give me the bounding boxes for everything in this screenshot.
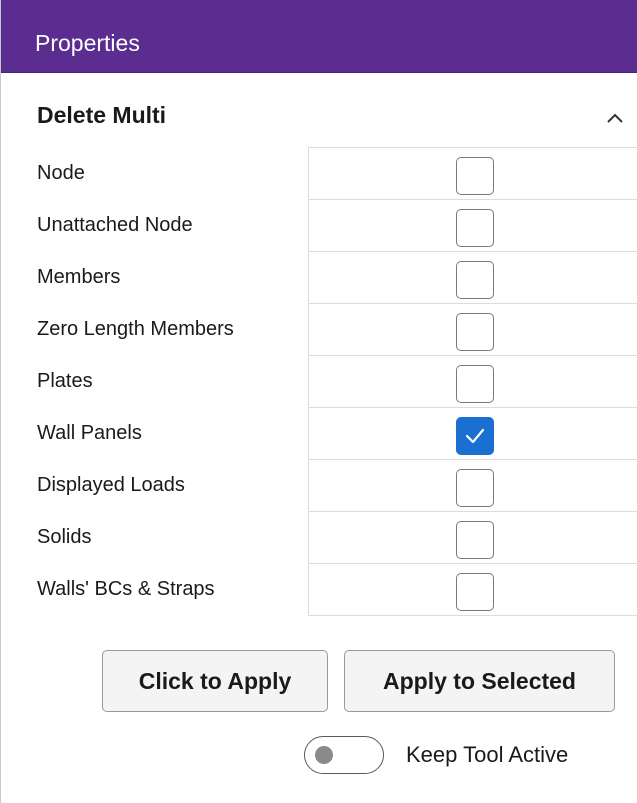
option-row-members: Members [1, 251, 637, 303]
option-cell [308, 407, 637, 459]
option-row-plates: Plates [1, 355, 637, 407]
checkmark-icon [465, 428, 485, 444]
option-row-zero-length-members: Zero Length Members [1, 303, 637, 355]
option-cell [308, 303, 637, 355]
option-label: Members [37, 266, 121, 288]
keep-tool-active-label: Keep Tool Active [406, 742, 569, 767]
keep-tool-active-toggle[interactable] [304, 736, 384, 774]
option-cell [308, 147, 637, 199]
option-row-wall-panels: Wall Panels [1, 407, 637, 459]
walls-bcs-straps-checkbox[interactable] [456, 573, 494, 611]
option-row-walls-bcs-straps: Walls' BCs & Straps [1, 563, 637, 616]
option-label: Node [37, 162, 85, 184]
option-cell [308, 563, 637, 616]
option-row-solids: Solids [1, 511, 637, 563]
option-cell [308, 251, 637, 303]
wall-panels-checkbox[interactable] [456, 417, 494, 455]
option-row-displayed-loads: Displayed Loads [1, 459, 637, 511]
panel-title: Properties [35, 30, 140, 56]
click-to-apply-button[interactable]: Click to Apply [102, 650, 328, 712]
node-checkbox[interactable] [456, 157, 494, 195]
section-title: Delete Multi [37, 102, 167, 128]
title-bar: Properties [1, 0, 637, 73]
displayed-loads-checkbox[interactable] [456, 469, 494, 507]
properties-panel: Properties Delete Multi Node Unattached … [0, 0, 637, 803]
option-row-unattached-node: Unattached Node [1, 199, 637, 251]
apply-to-selected-button[interactable]: Apply to Selected [344, 650, 615, 712]
option-cell [308, 355, 637, 407]
chevron-up-icon[interactable] [599, 102, 631, 134]
option-label: Plates [37, 370, 93, 392]
option-label: Displayed Loads [37, 474, 185, 496]
option-label: Zero Length Members [37, 318, 234, 340]
option-label: Unattached Node [37, 214, 193, 236]
toggle-knob [315, 746, 333, 764]
plates-checkbox[interactable] [456, 365, 494, 403]
section-header-delete-multi[interactable]: Delete Multi [1, 74, 637, 146]
option-cell [308, 459, 637, 511]
solids-checkbox[interactable] [456, 521, 494, 559]
option-label: Solids [37, 526, 92, 548]
option-label: Wall Panels [37, 422, 142, 444]
members-checkbox[interactable] [456, 261, 494, 299]
option-cell [308, 511, 637, 563]
unattached-node-checkbox[interactable] [456, 209, 494, 247]
option-row-node: Node [1, 147, 637, 199]
option-label: Walls' BCs & Straps [37, 578, 215, 600]
zero-length-members-checkbox[interactable] [456, 313, 494, 351]
option-cell [308, 199, 637, 251]
